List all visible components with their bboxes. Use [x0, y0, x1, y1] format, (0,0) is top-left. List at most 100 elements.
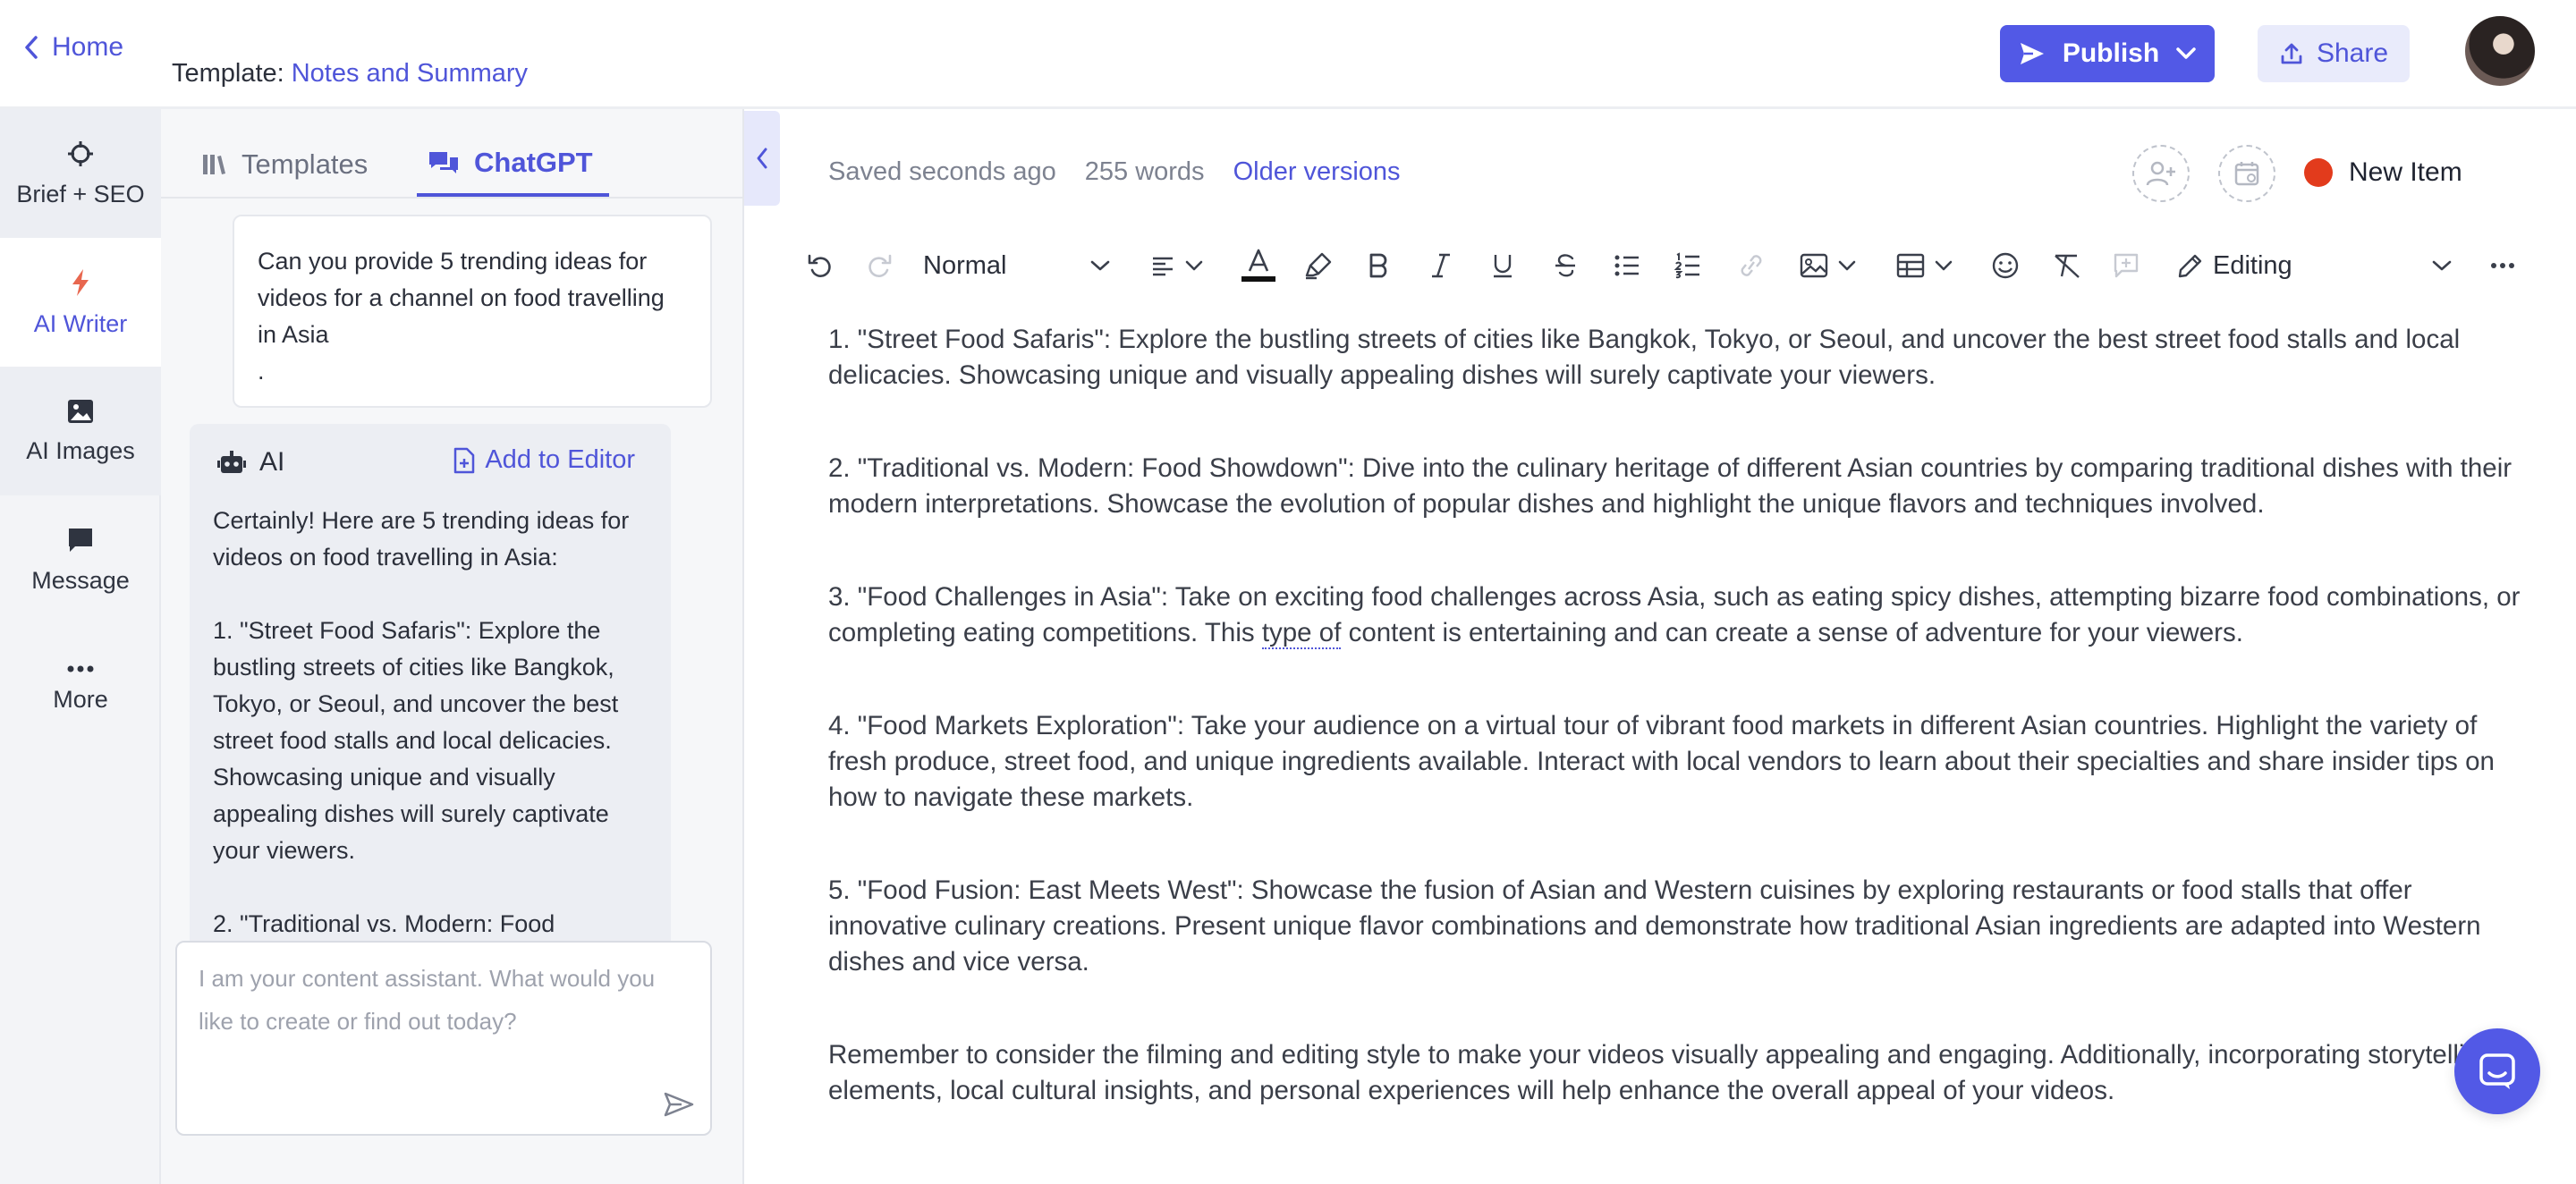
- rail-item-ai-images[interactable]: AI Images: [0, 367, 161, 495]
- image-icon: [68, 399, 93, 423]
- undo-button[interactable]: [807, 243, 834, 288]
- doc-paragraph: Remember to consider the filming and edi…: [828, 1040, 2495, 1105]
- ai-header: AI: [216, 447, 284, 478]
- editing-mode-select[interactable]: Editing: [2177, 243, 2376, 288]
- status-dot: [2304, 158, 2333, 187]
- rail-label: More: [53, 685, 108, 713]
- emoji-icon: [1992, 252, 2019, 279]
- rail-item-more[interactable]: More: [0, 624, 161, 753]
- share-button[interactable]: Share: [2258, 25, 2410, 82]
- style-select-value: Normal: [923, 250, 1007, 280]
- template-info: Template: Notes and Summary: [172, 59, 528, 89]
- underline-button[interactable]: [1490, 243, 1515, 288]
- numbered-list-icon: [1674, 252, 1699, 279]
- editing-mode-value: Editing: [2213, 250, 2292, 280]
- strikethrough-icon: [1555, 254, 1575, 277]
- editing-mode-dropdown[interactable]: [2431, 243, 2453, 288]
- chevron-down-icon: [2432, 260, 2452, 271]
- strikethrough-button[interactable]: [1553, 243, 1578, 288]
- message-icon: [69, 528, 92, 552]
- undo-icon: [808, 254, 831, 277]
- text-color-icon: [1241, 249, 1275, 282]
- align-left-icon: [1153, 257, 1173, 276]
- redo-button[interactable]: [866, 243, 893, 288]
- numbered-list-button[interactable]: [1674, 243, 1701, 288]
- home-link[interactable]: Home: [23, 32, 123, 63]
- crosshair-icon: [68, 140, 93, 166]
- send-icon: [2020, 43, 2044, 64]
- link-icon: [1741, 255, 1762, 276]
- assistant-panel: Templates ChatGPT Can you provide 5 tren…: [161, 109, 742, 1184]
- share-label: Share: [2316, 38, 2389, 68]
- add-collaborator-button[interactable]: [2132, 145, 2190, 202]
- new-item-label: New Item: [2349, 157, 2462, 187]
- support-chat-button[interactable]: [2454, 1028, 2540, 1114]
- send-icon: [664, 1092, 694, 1117]
- rail-item-brief-seo[interactable]: Brief + SEO: [0, 109, 161, 238]
- clear-formatting-button[interactable]: [2052, 243, 2082, 288]
- left-rail: Brief + SEO AI Writer AI Images Message …: [0, 109, 161, 1184]
- rail-label: Brief + SEO: [16, 180, 145, 207]
- panel-tabs: Templates ChatGPT: [161, 109, 742, 199]
- highlight-button[interactable]: [1304, 243, 1333, 288]
- chevron-down-icon: [1838, 260, 1856, 271]
- new-item-status[interactable]: New Item: [2304, 157, 2462, 188]
- redo-icon: [869, 254, 892, 277]
- tab-templates[interactable]: Templates: [200, 132, 368, 197]
- send-button[interactable]: [664, 1091, 694, 1118]
- emoji-button[interactable]: [1991, 243, 2020, 288]
- rail-label: Message: [31, 566, 130, 594]
- document-body[interactable]: 1. "Street Food Safaris": Explore the bu…: [828, 322, 2528, 1166]
- tab-chatgpt[interactable]: ChatGPT: [417, 132, 609, 197]
- ai-label: AI: [259, 447, 285, 477]
- avatar[interactable]: [2465, 16, 2535, 86]
- editor: Saved seconds ago 255 words Older versio…: [780, 109, 2576, 1184]
- chat-input-container: [175, 941, 712, 1136]
- italic-button[interactable]: [1429, 243, 1453, 288]
- template-name-link[interactable]: Notes and Summary: [292, 59, 528, 88]
- older-versions-link[interactable]: Older versions: [1233, 157, 1401, 187]
- user-message: Can you provide 5 trending ideas for vid…: [233, 215, 712, 408]
- editor-status-row: Saved seconds ago 255 words Older versio…: [828, 157, 1401, 187]
- formatting-toolbar: Normal Editing: [807, 234, 2560, 297]
- saved-status: Saved seconds ago: [828, 157, 1056, 186]
- doc-paragraph: 4. "Food Markets Exploration": Take your…: [828, 711, 2495, 812]
- align-button[interactable]: [1150, 243, 1204, 288]
- spellcheck-underline[interactable]: type of: [1261, 618, 1342, 649]
- doc-paragraph: 2. "Traditional vs. Modern: Food Showdow…: [828, 453, 2512, 519]
- document-add-icon: [454, 447, 475, 473]
- chat-input[interactable]: [199, 957, 682, 1082]
- image-icon: [1800, 253, 1828, 278]
- chevron-down-icon: [1935, 260, 1953, 271]
- rail-item-ai-writer[interactable]: AI Writer: [0, 238, 161, 367]
- add-user-icon: [2146, 161, 2175, 186]
- bullet-list-icon: [1614, 255, 1639, 276]
- link-button[interactable]: [1737, 243, 1766, 288]
- add-to-editor-button[interactable]: Add to Editor: [453, 445, 635, 475]
- rail-item-message[interactable]: Message: [0, 495, 161, 624]
- panel-divider: [742, 109, 744, 1184]
- bullet-list-button[interactable]: [1614, 243, 1640, 288]
- more-icon: [2491, 263, 2514, 268]
- chevron-left-icon: [757, 148, 767, 169]
- insert-table-button[interactable]: [1896, 243, 1953, 288]
- comment-add-icon: [2114, 253, 2139, 278]
- chat-icon: [429, 152, 458, 173]
- doc-paragraph: 5. "Food Fusion: East Meets West": Showc…: [828, 875, 2481, 977]
- add-to-editor-label: Add to Editor: [485, 445, 635, 474]
- text-color-button[interactable]: [1240, 243, 1277, 288]
- schedule-button[interactable]: [2218, 145, 2275, 202]
- bold-button[interactable]: [1367, 243, 1390, 288]
- word-count: 255 words: [1084, 157, 1205, 186]
- insert-image-button[interactable]: [1800, 243, 1857, 288]
- chevron-left-icon: [25, 36, 38, 59]
- collapse-panel-button[interactable]: [744, 111, 780, 206]
- lightning-icon: [72, 268, 89, 296]
- more-options-button[interactable]: [2490, 243, 2515, 288]
- chat-bubble-icon: [2479, 1053, 2515, 1089]
- home-label: Home: [52, 32, 124, 62]
- add-comment-button[interactable]: [2113, 243, 2140, 288]
- chevron-down-icon: [2176, 47, 2196, 59]
- publish-button[interactable]: Publish: [2000, 25, 2215, 82]
- paragraph-style-select[interactable]: Normal: [923, 243, 1111, 288]
